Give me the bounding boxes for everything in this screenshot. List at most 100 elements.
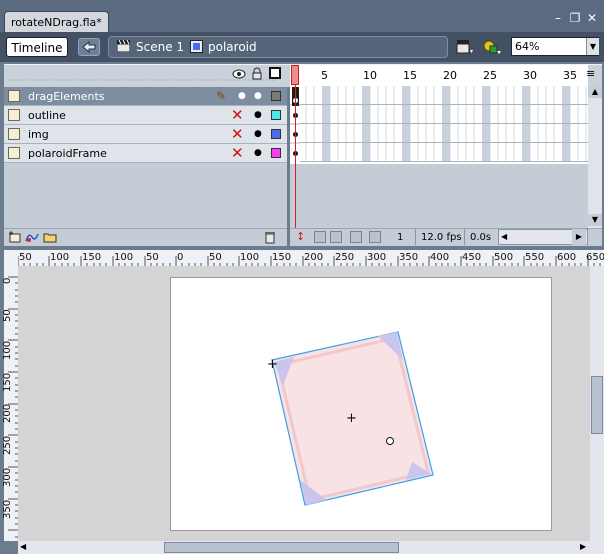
timeline-toggle-button[interactable]: Timeline <box>6 37 68 57</box>
lock-icon[interactable] <box>252 67 262 80</box>
ruler-label: 300 <box>367 252 387 263</box>
close-icon[interactable]: ✕ <box>586 12 598 24</box>
timeline-vertical-scrollbar[interactable]: ▲ ▼ <box>588 86 602 228</box>
layer-name: dragElements <box>28 90 105 103</box>
ruler-label: 200 <box>2 403 13 423</box>
frame-rate: 12.0 fps <box>421 232 462 243</box>
transform-point-icon[interactable] <box>386 437 394 445</box>
onion-outlines-icon[interactable] <box>330 231 342 243</box>
layer-row-outline[interactable]: outline ✕ ● <box>4 106 287 125</box>
ruler-label: 150 <box>2 372 13 392</box>
edit-symbol-icon[interactable] <box>482 38 502 56</box>
insert-layer-icon[interactable] <box>8 231 22 243</box>
eye-icon[interactable] <box>232 68 246 80</box>
frame-number: 5 <box>321 69 328 82</box>
ruler-label: 50 <box>209 252 222 263</box>
onion-skin-icon[interactable] <box>314 231 326 243</box>
chevron-down-icon[interactable]: ▼ <box>586 38 599 55</box>
current-frame: 1 <box>397 232 404 243</box>
scroll-thumb[interactable] <box>591 376 603 434</box>
layer-name: img <box>28 128 49 141</box>
lock-dot[interactable]: ● <box>254 144 262 162</box>
hidden-x-icon[interactable]: ✕ <box>231 144 244 162</box>
ruler-label: 0 <box>177 252 184 263</box>
ruler-label: 100 <box>50 252 70 263</box>
ruler-label: 550 <box>525 252 545 263</box>
scroll-left-icon[interactable]: ◀ <box>20 542 26 551</box>
ruler-label: 0 <box>2 277 13 284</box>
scroll-thumb[interactable] <box>164 542 399 553</box>
lock-dot[interactable]: ● <box>254 87 262 105</box>
layer-color-swatch[interactable] <box>271 148 281 158</box>
frame-ruler[interactable] <box>290 64 588 87</box>
pencil-icon: ✎ <box>216 89 227 103</box>
ruler-label: 50 <box>146 252 159 263</box>
clapper-icon <box>116 39 131 53</box>
edit-scene-icon[interactable] <box>456 38 474 56</box>
breadcrumb-scene[interactable]: Scene 1 <box>136 40 184 54</box>
document-tab[interactable]: rotateNDrag.fla* <box>4 11 109 32</box>
layer-icon <box>8 109 20 121</box>
ruler-label: 650 <box>586 253 604 263</box>
layer-icon <box>8 128 20 140</box>
ruler-label: 600 <box>557 252 577 263</box>
frame-number: 35 <box>563 69 577 82</box>
layer-row-dragElements[interactable]: dragElements ✎ ● ● <box>4 87 287 106</box>
layer-row-img[interactable]: img ✕ ● <box>4 125 287 144</box>
layer-icon <box>8 90 20 102</box>
trash-icon[interactable] <box>264 231 276 244</box>
ruler-label: 300 <box>2 467 13 487</box>
back-arrow-icon[interactable] <box>78 38 100 56</box>
scroll-right-icon[interactable]: ▶ <box>580 542 586 551</box>
scroll-left-icon[interactable]: ◀ <box>501 232 507 241</box>
visibility-dot[interactable]: ● <box>238 87 246 105</box>
layer-color-swatch[interactable] <box>271 110 281 120</box>
playhead-line <box>295 85 296 228</box>
ruler-label: 250 <box>2 435 13 455</box>
scroll-up-icon[interactable]: ▲ <box>588 86 602 98</box>
frame-number: 20 <box>443 69 457 82</box>
breadcrumb-symbol[interactable]: polaroid <box>208 40 257 54</box>
frame-number: 15 <box>403 69 417 82</box>
outline-toggle-icon[interactable] <box>269 67 281 79</box>
playhead-marker[interactable] <box>291 65 299 85</box>
layer-name: polaroidFrame <box>28 147 107 160</box>
stage-vertical-scrollbar[interactable] <box>590 266 604 541</box>
layer-row-polaroidFrame[interactable]: polaroidFrame ✕ ● <box>4 144 287 163</box>
scroll-down-icon[interactable]: ▼ <box>588 214 602 226</box>
edit-multiple-frames-icon[interactable] <box>350 231 362 243</box>
layer-color-swatch[interactable] <box>271 129 281 139</box>
motion-guide-icon[interactable] <box>25 231 39 243</box>
frame-number: 10 <box>363 69 377 82</box>
hidden-x-icon[interactable]: ✕ <box>231 106 244 124</box>
layer-folder-icon[interactable] <box>43 231 57 243</box>
modify-onion-markers-icon[interactable] <box>369 231 381 243</box>
minimize-icon[interactable]: – <box>552 12 564 24</box>
ruler-label: 200 <box>304 252 324 263</box>
ruler-label: 50 <box>2 309 13 322</box>
elapsed-time: 0.0s <box>470 232 492 243</box>
restore-icon[interactable]: ❐ <box>569 12 581 24</box>
frame-empty-area <box>290 164 588 228</box>
lock-dot[interactable]: ● <box>254 106 262 124</box>
layer-color-swatch[interactable] <box>271 91 281 101</box>
lock-dot[interactable]: ● <box>254 125 262 143</box>
scroll-right-icon[interactable]: ▶ <box>572 229 586 245</box>
center-frame-icon[interactable]: ↕ <box>296 231 306 243</box>
hidden-x-icon[interactable]: ✕ <box>231 125 244 143</box>
ruler-corner <box>4 250 18 266</box>
ruler-label: 150 <box>82 252 102 263</box>
ruler-label: 400 <box>430 252 450 263</box>
stage-horizontal-scrollbar[interactable]: ◀ ▶ <box>18 541 604 554</box>
frame-grid[interactable] <box>290 86 588 164</box>
divider <box>464 229 465 245</box>
ruler-label: 350 <box>2 499 13 519</box>
symbol-icon <box>190 40 203 53</box>
ruler-label: 100 <box>114 252 134 263</box>
layer-name: outline <box>28 109 66 122</box>
ruler-label: 350 <box>399 252 419 263</box>
timeline-menu-icon[interactable]: ≡ <box>586 68 600 80</box>
ruler-label: 100 <box>2 340 13 360</box>
frame-number: 25 <box>483 69 497 82</box>
ruler-label: 100 <box>240 252 260 263</box>
